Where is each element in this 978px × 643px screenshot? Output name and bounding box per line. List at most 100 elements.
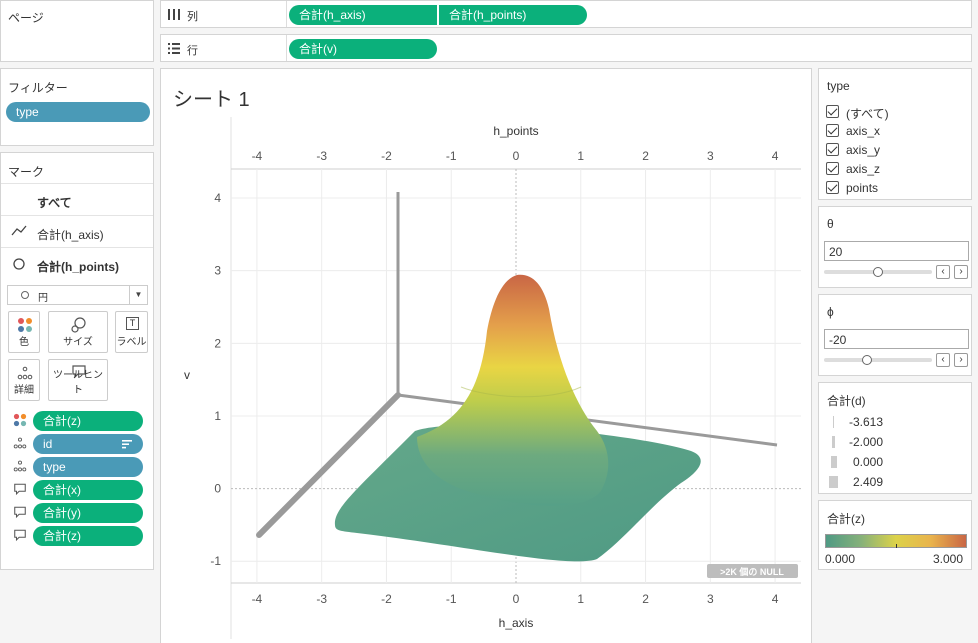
tooltip-button-label: ツールヒント — [53, 370, 103, 396]
rows-shelf[interactable]: 行 合計(v) — [160, 34, 972, 62]
theta-input[interactable]: 20 — [824, 241, 969, 261]
bottom-axis-title: h_axis — [499, 616, 534, 630]
color-dots-icon — [18, 318, 32, 332]
color-ramp[interactable] — [825, 534, 967, 548]
phi-slider-thumb[interactable] — [862, 355, 873, 365]
marks-layer-h-axis[interactable]: 合計(h_axis) — [1, 215, 153, 247]
marks-layer-all[interactable]: すべて — [1, 183, 153, 215]
checkbox-checked-icon[interactable] — [826, 162, 839, 175]
checkbox-checked-icon[interactable] — [826, 105, 839, 118]
type-filter-option-points[interactable]: points — [826, 180, 966, 198]
type-filter-option-all[interactable]: (すべて) — [826, 104, 966, 122]
type-filter-option-label: axis_x — [846, 124, 881, 138]
type-filter-card: type (すべて) axis_x axis_y axis_z points — [818, 68, 972, 200]
shelf-divider — [286, 1, 287, 27]
mark-field-tooltip-x[interactable]: 合計(x) — [33, 480, 143, 500]
size-legend-value: 2.409 — [853, 475, 884, 489]
marks-layer-h-axis-label: 合計(h_axis) — [37, 228, 104, 242]
top-tick-label: -2 — [381, 149, 392, 163]
left-tick-label: -1 — [210, 554, 221, 568]
color-dots-icon — [13, 413, 27, 427]
size-legend-title: 合計(d) — [827, 394, 866, 408]
checkbox-checked-icon[interactable] — [826, 181, 839, 194]
column-pill-h-axis[interactable]: 合計(h_axis) — [289, 5, 437, 25]
pages-title: ページ — [8, 11, 44, 25]
mark-field-tooltip-z[interactable]: 合計(z) — [33, 526, 143, 546]
mark-field-detail-id[interactable]: id — [33, 434, 143, 454]
type-filter-option-label: axis_y — [846, 143, 881, 157]
circle-icon — [21, 291, 29, 299]
size-legend-value: -3.613 — [849, 415, 884, 429]
checkbox-checked-icon[interactable] — [826, 124, 839, 137]
y-axis-title: v — [184, 368, 190, 382]
columns-shelf-label: 列 — [187, 11, 198, 23]
top-tick-label: -4 — [252, 149, 263, 163]
bottom-tick-label: -2 — [381, 592, 392, 606]
sort-icon — [122, 440, 132, 449]
color-legend-card: 合計(z) 0.000 3.000 — [818, 500, 972, 570]
row-pill-v[interactable]: 合計(v) — [289, 39, 437, 59]
surface-peak — [417, 274, 609, 506]
null-badge[interactable]: >2K 個の NULL — [720, 566, 784, 577]
mark-field-tooltip-y[interactable]: 合計(y) — [33, 503, 143, 523]
color-legend-min: 0.000 — [825, 552, 856, 566]
column-pill-h-points[interactable]: 合計(h_points) — [439, 5, 587, 25]
bottom-tick-label: -1 — [446, 592, 457, 606]
checkbox-checked-icon[interactable] — [826, 143, 839, 156]
mark-field-detail-id-label: id — [43, 437, 53, 451]
theta-slider-thumb[interactable] — [873, 267, 883, 277]
bottom-tick-label: -4 — [252, 592, 263, 606]
phi-input[interactable]: -20 — [824, 329, 969, 349]
type-filter-option-axis-x[interactable]: axis_x — [826, 123, 966, 141]
phi-increment-button[interactable]: › — [954, 353, 968, 367]
top-axis-title: h_points — [493, 124, 538, 138]
size-swatch — [831, 456, 837, 468]
filters-card[interactable]: フィルター type — [0, 68, 154, 146]
shelf-divider — [286, 35, 287, 61]
color-legend-max: 3.000 — [933, 552, 964, 566]
left-tick-label: 0 — [214, 482, 221, 496]
size-swatch — [832, 436, 835, 448]
pages-card[interactable]: ページ — [0, 0, 154, 62]
mark-type-dropdown[interactable]: 円 ▼ — [7, 285, 148, 305]
filter-pill-type[interactable]: type — [6, 102, 150, 122]
bottom-tick-label: 4 — [772, 592, 779, 606]
size-swatch — [829, 476, 838, 488]
color-button[interactable]: 色 — [8, 311, 40, 353]
phi-value: -20 — [829, 333, 847, 347]
chevron-down-icon: ▼ — [129, 286, 147, 304]
detail-button[interactable]: 詳細 — [8, 359, 40, 401]
tooltip-button[interactable]: ツールヒント — [48, 359, 108, 401]
type-filter-option-label: points — [846, 181, 879, 195]
theta-decrement-button[interactable]: ‹ — [936, 265, 950, 279]
top-tick-label: 0 — [513, 149, 520, 163]
type-filter-option-axis-z[interactable]: axis_z — [826, 161, 966, 179]
left-tick-label: 1 — [214, 409, 221, 423]
type-filter-title: type — [827, 79, 850, 93]
theta-increment-button[interactable]: › — [954, 265, 968, 279]
type-filter-option-label: (すべて) — [846, 107, 889, 121]
label-button-label: ラベル — [116, 337, 147, 348]
size-button[interactable]: サイズ — [48, 311, 108, 353]
columns-shelf[interactable]: 列 合計(h_axis) 合計(h_points) — [160, 0, 972, 28]
bottom-tick-label: 2 — [642, 592, 649, 606]
mark-field-color-z[interactable]: 合計(z) — [33, 411, 143, 431]
text-label-icon: T — [126, 317, 139, 330]
detail-dots-icon — [17, 366, 33, 380]
color-ramp-midpoint — [896, 544, 897, 548]
top-tick-label: 4 — [772, 149, 779, 163]
circle-icon — [13, 258, 25, 270]
left-axis-ticks: -1 0 1 2 3 4 — [210, 191, 221, 568]
type-filter-option-axis-y[interactable]: axis_y — [826, 142, 966, 160]
left-tick-label: 2 — [214, 336, 221, 350]
bottom-tick-label: 3 — [707, 592, 714, 606]
size-icon — [71, 317, 86, 333]
marks-layer-h-points[interactable]: 合計(h_points) — [1, 247, 153, 279]
phi-slider-track[interactable] — [824, 358, 932, 362]
phi-decrement-button[interactable]: ‹ — [936, 353, 950, 367]
detail-dots-icon — [13, 460, 27, 472]
detail-dots-icon — [13, 437, 27, 449]
mark-field-detail-type[interactable]: type — [33, 457, 143, 477]
label-button[interactable]: T ラベル — [115, 311, 148, 353]
chart-canvas[interactable]: -4 -3 -2 -1 0 1 2 3 4 -4 -3 -2 -1 0 1 2 3 4 -1 0 1 2 3 4 h_po… — [161, 69, 811, 643]
